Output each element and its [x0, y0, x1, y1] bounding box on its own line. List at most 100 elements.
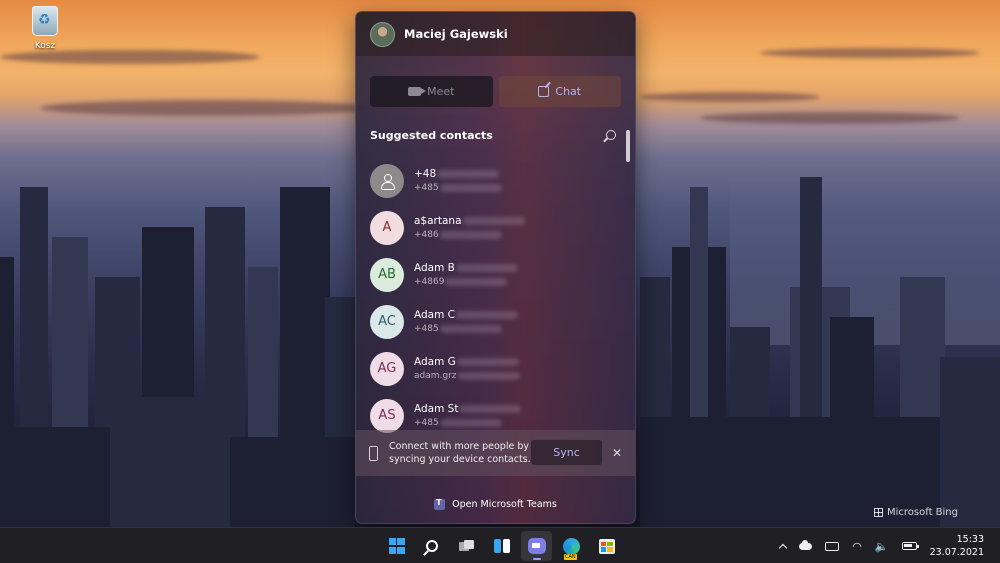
- contact-detail: +4869: [414, 277, 518, 287]
- redacted-blur: [439, 183, 502, 192]
- person-icon: [379, 173, 395, 190]
- redacted-blur: [439, 230, 502, 239]
- system-tray: ◠ 🔈 15:33 23.07.2021: [779, 528, 984, 563]
- task-view-icon: [458, 540, 475, 552]
- contact-name-text: Adam St: [414, 403, 459, 415]
- contact-avatar: AS: [370, 398, 404, 433]
- keyboard-icon[interactable]: [825, 541, 840, 551]
- taskbar-apps: [381, 531, 622, 561]
- contact-row[interactable]: +48 +485: [370, 157, 620, 204]
- watermark-text: Microsoft Bing: [886, 507, 958, 518]
- contact-detail: +485: [414, 183, 502, 193]
- contact-avatar: AB: [370, 257, 404, 292]
- contact-info: Adam G adam.grz: [414, 356, 520, 381]
- sync-contacts-banner: Connect with more people by syncing your…: [356, 430, 635, 476]
- contact-detail-text: +486: [414, 230, 439, 240]
- contact-detail-text: +485: [414, 183, 439, 193]
- start-button[interactable]: [381, 531, 412, 561]
- chat-taskbar-button[interactable]: [521, 531, 552, 561]
- redacted-blur: [445, 277, 508, 286]
- contact-detail: +486: [414, 230, 525, 240]
- redacted-blur: [457, 371, 520, 380]
- contact-name: Adam G: [414, 356, 520, 368]
- contact-detail: adam.grz: [414, 371, 520, 381]
- suggested-contacts-title: Suggested contacts: [370, 129, 493, 142]
- store-button[interactable]: [591, 531, 622, 561]
- widgets-button[interactable]: [486, 531, 517, 561]
- chevron-up-icon[interactable]: [779, 543, 788, 552]
- contact-info: Adam St +485: [414, 403, 522, 428]
- sync-text: Connect with more people by syncing your…: [389, 441, 531, 465]
- redacted-blur: [456, 358, 519, 366]
- contact-avatar: [370, 163, 404, 198]
- contact-name-text: a$artana: [414, 215, 462, 227]
- search-icon: [425, 540, 438, 552]
- wifi-icon[interactable]: ◠: [852, 540, 862, 553]
- cloud: [0, 50, 260, 64]
- chat-flyout: Maciej Gajewski Meet Chat Suggested cont…: [355, 11, 636, 524]
- contact-name-text: Adam G: [414, 356, 456, 368]
- contact-list: +48 +485 Aa$artana +486 AB Adam B +4869 AC Adam …: [370, 157, 620, 439]
- volume-icon[interactable]: 🔈: [875, 540, 889, 553]
- contact-info: a$artana +486: [414, 215, 525, 240]
- contact-detail-text: +485: [414, 324, 439, 334]
- widgets-icon: [493, 539, 510, 553]
- contact-detail: +485: [414, 418, 521, 428]
- redacted-blur: [437, 170, 500, 178]
- microsoft-store-icon: [598, 538, 615, 554]
- bing-watermark: Microsoft Bing: [873, 507, 958, 518]
- contact-name-text: Adam B: [414, 262, 455, 274]
- contact-info: +48 +485: [414, 168, 502, 193]
- recycle-bin-icon: [32, 6, 58, 36]
- contact-name: +48: [414, 168, 502, 180]
- flyout-header: Maciej Gajewski: [356, 12, 635, 56]
- contact-detail-text: adam.grz: [414, 371, 457, 381]
- chat-button[interactable]: Chat: [498, 76, 621, 107]
- onedrive-cloud-icon[interactable]: [799, 539, 813, 550]
- contact-avatar: AC: [370, 304, 404, 339]
- contact-row[interactable]: Aa$artana +486: [370, 204, 620, 251]
- user-name: Maciej Gajewski: [404, 27, 508, 41]
- redacted-blur: [462, 217, 525, 225]
- task-view-button[interactable]: [451, 531, 482, 561]
- redacted-blur: [439, 418, 502, 427]
- cloud: [760, 48, 980, 58]
- windows-logo-icon: [388, 538, 405, 554]
- meet-label: Meet: [427, 85, 455, 98]
- contact-name: a$artana: [414, 215, 525, 227]
- phone-icon: [369, 445, 378, 461]
- contact-name-text: +48: [414, 168, 437, 180]
- user-avatar[interactable]: [370, 21, 395, 47]
- contact-row[interactable]: AB Adam B +4869: [370, 251, 620, 298]
- contact-avatar: A: [370, 210, 404, 245]
- taskbar-search-button[interactable]: [416, 531, 447, 561]
- clock-date: 23.07.2021: [929, 547, 984, 558]
- contact-detail: +485: [414, 324, 518, 334]
- cloud: [640, 92, 820, 102]
- contact-avatar: AG: [370, 351, 404, 386]
- meet-button[interactable]: Meet: [370, 76, 493, 107]
- open-teams-link[interactable]: Open Microsoft Teams: [356, 498, 635, 510]
- desktop-icon-recycle-bin[interactable]: Kosz: [26, 6, 64, 51]
- search-icon[interactable]: [606, 130, 616, 140]
- sync-button[interactable]: Sync: [530, 439, 603, 466]
- edge-canary-button[interactable]: [556, 531, 587, 561]
- edge-canary-icon: [563, 537, 580, 560]
- close-icon[interactable]: ✕: [612, 446, 622, 460]
- video-camera-icon: [408, 87, 427, 96]
- teams-icon: [434, 498, 446, 510]
- scrollbar-thumb[interactable]: [626, 130, 630, 162]
- battery-icon[interactable]: [901, 542, 919, 550]
- redacted-blur: [456, 311, 518, 319]
- microsoft-logo-icon: [873, 508, 883, 517]
- contact-row[interactable]: AG Adam G adam.grz: [370, 345, 620, 392]
- contact-name: Adam St: [414, 403, 522, 415]
- contact-name: Adam C: [414, 309, 518, 321]
- contact-info: Adam C +485: [414, 309, 518, 334]
- redacted-blur: [455, 264, 518, 272]
- compose-icon: [538, 86, 550, 97]
- meet-chat-segment: Meet Chat: [370, 76, 621, 107]
- clock[interactable]: 15:33 23.07.2021: [930, 533, 984, 559]
- contact-info: Adam B +4869: [414, 262, 518, 287]
- contact-row[interactable]: AC Adam C +485: [370, 298, 620, 345]
